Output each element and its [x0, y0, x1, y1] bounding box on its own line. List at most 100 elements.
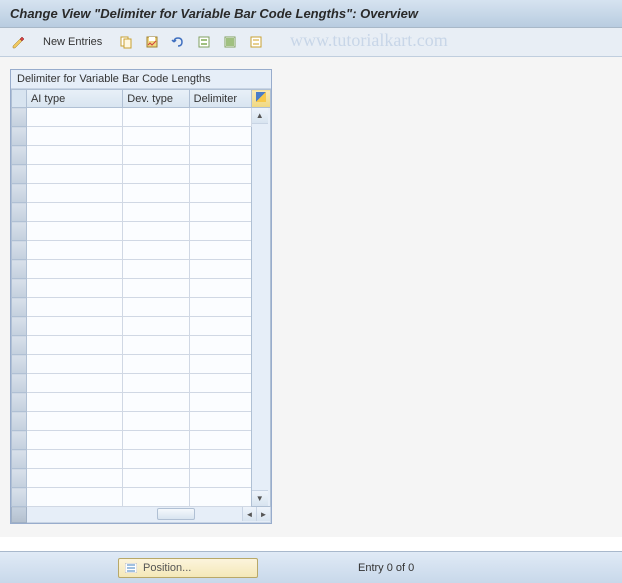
row-selector[interactable] — [12, 108, 27, 127]
save-icon[interactable] — [141, 32, 163, 52]
data-cell[interactable] — [123, 355, 189, 374]
row-selector[interactable] — [12, 393, 27, 412]
hscroll-right-icon[interactable]: ► — [256, 507, 270, 521]
data-cell[interactable] — [189, 374, 251, 393]
data-cell[interactable] — [189, 222, 251, 241]
data-cell[interactable] — [123, 412, 189, 431]
data-cell[interactable] — [189, 298, 251, 317]
data-cell[interactable] — [26, 317, 122, 336]
undo-icon[interactable] — [167, 32, 189, 52]
new-entries-button[interactable]: New Entries — [34, 32, 111, 52]
data-cell[interactable] — [123, 127, 189, 146]
data-cell[interactable] — [123, 431, 189, 450]
data-cell[interactable] — [26, 260, 122, 279]
data-cell[interactable] — [123, 279, 189, 298]
data-cell[interactable] — [189, 260, 251, 279]
column-header-dev-type[interactable]: Dev. type — [123, 90, 189, 108]
data-cell[interactable] — [123, 450, 189, 469]
data-cell[interactable] — [189, 279, 251, 298]
data-cell[interactable] — [189, 412, 251, 431]
vscroll-up-icon[interactable]: ▲ — [252, 108, 268, 124]
data-cell[interactable] — [189, 241, 251, 260]
data-cell[interactable] — [26, 431, 122, 450]
row-selector[interactable] — [12, 469, 27, 488]
data-cell[interactable] — [26, 165, 122, 184]
footer-selector[interactable] — [12, 507, 27, 523]
row-selector[interactable] — [12, 317, 27, 336]
data-cell[interactable] — [123, 108, 189, 127]
column-header-ai-type[interactable]: AI type — [26, 90, 122, 108]
data-cell[interactable] — [189, 127, 251, 146]
data-cell[interactable] — [189, 184, 251, 203]
data-cell[interactable] — [123, 241, 189, 260]
row-selector[interactable] — [12, 298, 27, 317]
data-cell[interactable] — [26, 412, 122, 431]
vertical-scrollbar[interactable]: ▲▼ — [251, 108, 270, 507]
horizontal-scrollbar[interactable]: ◄ ► — [26, 507, 270, 523]
data-cell[interactable] — [189, 355, 251, 374]
data-cell[interactable] — [123, 165, 189, 184]
vscroll-down-icon[interactable]: ▼ — [252, 490, 268, 506]
data-cell[interactable] — [123, 203, 189, 222]
data-cell[interactable] — [123, 469, 189, 488]
data-cell[interactable] — [189, 393, 251, 412]
data-cell[interactable] — [189, 431, 251, 450]
row-selector[interactable] — [12, 146, 27, 165]
row-selector[interactable] — [12, 184, 27, 203]
data-cell[interactable] — [189, 469, 251, 488]
row-selector[interactable] — [12, 241, 27, 260]
row-selector[interactable] — [12, 165, 27, 184]
row-selector[interactable] — [12, 336, 27, 355]
toggle-change-icon[interactable] — [8, 32, 30, 52]
data-cell[interactable] — [189, 450, 251, 469]
data-cell[interactable] — [123, 146, 189, 165]
hscroll-thumb[interactable] — [157, 508, 195, 520]
data-cell[interactable] — [189, 165, 251, 184]
row-selector[interactable] — [12, 355, 27, 374]
data-cell[interactable] — [189, 146, 251, 165]
data-cell[interactable] — [123, 298, 189, 317]
select-all-icon[interactable] — [193, 32, 215, 52]
row-selector[interactable] — [12, 488, 27, 507]
data-cell[interactable] — [26, 222, 122, 241]
data-cell[interactable] — [189, 203, 251, 222]
data-cell[interactable] — [26, 450, 122, 469]
data-cell[interactable] — [123, 488, 189, 507]
data-cell[interactable] — [26, 203, 122, 222]
deselect-all-icon[interactable] — [245, 32, 267, 52]
data-cell[interactable] — [26, 469, 122, 488]
row-selector[interactable] — [12, 450, 27, 469]
position-button[interactable]: Position... — [118, 558, 258, 578]
copy-icon[interactable] — [115, 32, 137, 52]
row-selector[interactable] — [12, 431, 27, 450]
data-cell[interactable] — [123, 317, 189, 336]
data-cell[interactable] — [26, 355, 122, 374]
row-selector[interactable] — [12, 203, 27, 222]
hscroll-left-icon[interactable]: ◄ — [242, 507, 256, 521]
row-selector[interactable] — [12, 260, 27, 279]
data-cell[interactable] — [26, 336, 122, 355]
data-cell[interactable] — [26, 279, 122, 298]
data-cell[interactable] — [123, 374, 189, 393]
table-config-button[interactable] — [251, 90, 270, 108]
data-cell[interactable] — [123, 393, 189, 412]
data-cell[interactable] — [189, 108, 251, 127]
data-cell[interactable] — [189, 336, 251, 355]
row-selector[interactable] — [12, 222, 27, 241]
data-cell[interactable] — [189, 488, 251, 507]
data-cell[interactable] — [123, 260, 189, 279]
data-cell[interactable] — [123, 184, 189, 203]
data-cell[interactable] — [26, 241, 122, 260]
row-selector-header[interactable] — [12, 90, 27, 108]
data-cell[interactable] — [26, 127, 122, 146]
data-cell[interactable] — [123, 336, 189, 355]
data-cell[interactable] — [26, 108, 122, 127]
data-cell[interactable] — [26, 374, 122, 393]
data-cell[interactable] — [26, 393, 122, 412]
data-cell[interactable] — [189, 317, 251, 336]
data-cell[interactable] — [26, 146, 122, 165]
data-cell[interactable] — [123, 222, 189, 241]
select-block-icon[interactable] — [219, 32, 241, 52]
column-header-delimiter[interactable]: Delimiter — [189, 90, 251, 108]
row-selector[interactable] — [12, 279, 27, 298]
